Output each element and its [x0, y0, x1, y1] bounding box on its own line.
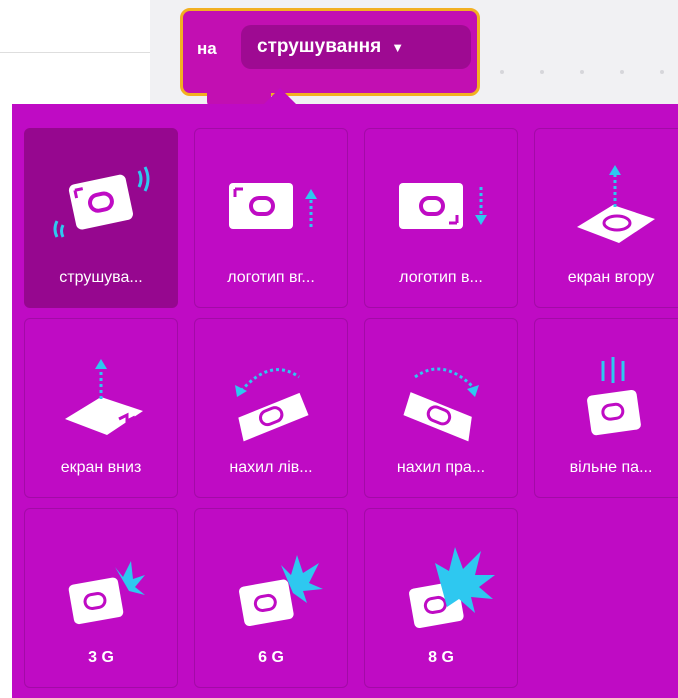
option-6g[interactable]: 6 G — [194, 508, 348, 688]
workspace-divider — [0, 52, 150, 53]
force-3g-icon — [68, 561, 145, 625]
block-prefix-label: на — [197, 39, 217, 58]
logo-up-icon — [229, 183, 317, 229]
option-label: струшува... — [59, 269, 143, 286]
option-label: нахил пра... — [396, 459, 486, 476]
screen-down-icon — [65, 359, 143, 435]
option-8g[interactable]: 8 G — [364, 508, 518, 688]
tilt-left-icon — [235, 368, 309, 442]
option-label: логотип в... — [399, 269, 483, 286]
gesture-dropdown-value: струшування — [257, 36, 382, 57]
option-label: 8 G — [428, 649, 454, 666]
option-logo-up[interactable]: логотип вг... — [194, 128, 348, 308]
shake-icon — [53, 166, 150, 238]
screen-up-icon — [577, 165, 655, 243]
option-label: вільне па... — [569, 459, 653, 476]
gesture-options-panel: струшува... логотип вг... логотип в... е… — [12, 104, 678, 698]
logo-down-icon — [399, 183, 487, 229]
free-fall-icon — [587, 357, 641, 436]
option-tilt-right[interactable]: нахил пра... — [364, 318, 518, 498]
option-label: 6 G — [258, 649, 284, 666]
option-shake[interactable]: струшува... — [24, 128, 178, 308]
option-label: логотип вг... — [227, 269, 315, 286]
gesture-dropdown[interactable]: струшування ▼ — [241, 25, 471, 69]
option-label: 3 G — [88, 649, 114, 666]
option-logo-down[interactable]: логотип в... — [364, 128, 518, 308]
option-3g[interactable]: 3 G — [24, 508, 178, 688]
option-label: екран вниз — [60, 459, 142, 476]
option-screen-down[interactable]: екран вниз — [24, 318, 178, 498]
option-tilt-left[interactable]: нахил лів... — [194, 318, 348, 498]
tilt-right-icon — [403, 367, 479, 442]
option-screen-up[interactable]: екран вгору — [534, 128, 678, 308]
caret-down-icon: ▼ — [391, 39, 405, 55]
force-6g-icon — [239, 555, 323, 627]
option-label: нахил лів... — [229, 459, 313, 476]
force-8g-icon — [409, 547, 495, 629]
option-free-fall[interactable]: вільне па... — [534, 318, 678, 498]
option-label: екран вгору — [567, 269, 655, 286]
on-gesture-event-block[interactable]: на струшування ▼ — [180, 8, 480, 109]
